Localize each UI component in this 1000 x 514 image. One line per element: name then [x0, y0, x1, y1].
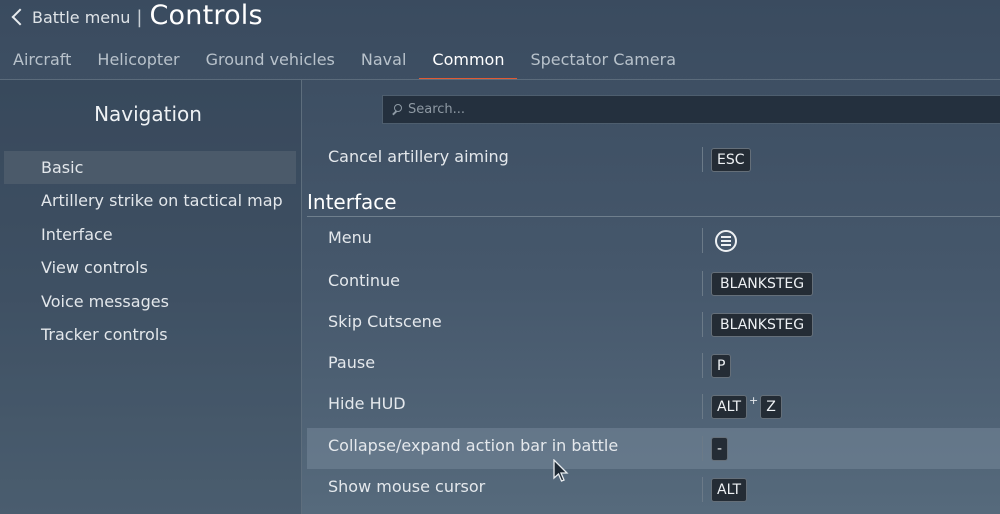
back-label: Battle menu — [32, 7, 131, 27]
tab-ground-vehicles[interactable]: Ground vehicles — [193, 44, 348, 80]
menu-circle-icon — [715, 229, 737, 252]
control-row-pause[interactable]: Pause P — [307, 345, 1000, 386]
key-binding[interactable]: P — [711, 345, 732, 386]
nav-item-interface[interactable]: Interface — [4, 218, 296, 251]
key-binding[interactable]: - — [711, 428, 729, 469]
control-label: Pause — [328, 353, 376, 372]
section-divider — [307, 216, 1000, 217]
control-row-menu[interactable]: Menu — [307, 220, 1000, 261]
nav-item-voice-messages[interactable]: Voice messages — [4, 285, 296, 318]
control-row-hide-hud[interactable]: Hide HUD ALT + Z — [307, 386, 1000, 427]
back-button[interactable]: Battle menu | Controls — [8, 0, 263, 31]
navigation-list: Basic Artillery strike on tactical map I… — [4, 151, 296, 351]
nav-item-tracker-controls[interactable]: Tracker controls — [4, 318, 296, 351]
key-binding[interactable]: BLANKSTEG — [711, 304, 814, 345]
control-label: Hide HUD — [328, 394, 406, 413]
key-binding[interactable]: BLANKSTEG — [711, 263, 814, 304]
column-divider — [702, 312, 703, 337]
page-title: Controls — [149, 0, 263, 31]
key-binding[interactable] — [715, 220, 737, 261]
key-binding[interactable]: ESC — [711, 139, 751, 180]
search-input[interactable] — [406, 101, 970, 118]
key-cap: ALT — [711, 477, 748, 502]
search-icon — [390, 103, 404, 117]
key-binding[interactable]: ALT — [711, 469, 748, 510]
control-label: Continue — [328, 271, 400, 290]
navigation-panel: Navigation Basic Artillery strike on tac… — [0, 80, 302, 514]
column-divider — [702, 228, 703, 253]
key-cap: BLANKSTEG — [711, 271, 814, 296]
tab-spectator-camera[interactable]: Spectator Camera — [517, 44, 689, 80]
navigation-title: Navigation — [94, 102, 202, 126]
control-label: Show mouse cursor — [328, 477, 486, 496]
key-cap: - — [711, 436, 729, 461]
tab-helicopter[interactable]: Helicopter — [84, 44, 192, 80]
key-binding[interactable]: ALT + Z — [711, 386, 782, 427]
tab-bar: Aircraft Helicopter Ground vehicles Nava… — [0, 44, 1000, 80]
chevron-left-icon — [11, 8, 29, 26]
control-label: Skip Cutscene — [328, 312, 442, 331]
nav-item-artillery-strike[interactable]: Artillery strike on tactical map — [4, 184, 296, 217]
mouse-pointer-icon — [553, 459, 569, 482]
tab-naval[interactable]: Naval — [348, 44, 420, 80]
key-cap: BLANKSTEG — [711, 312, 814, 337]
control-row-show-mouse-cursor[interactable]: Show mouse cursor ALT — [307, 469, 1000, 510]
top-bar: Battle menu | Controls — [0, 0, 1000, 36]
control-label: Menu — [328, 228, 372, 247]
title-separator: | — [136, 6, 143, 28]
control-row-continue[interactable]: Continue BLANKSTEG — [307, 263, 1000, 304]
control-row-cancel-artillery[interactable]: Cancel artillery aiming ESC — [307, 139, 1000, 180]
control-label: Collapse/expand action bar in battle — [328, 436, 619, 455]
column-divider — [702, 394, 703, 419]
key-cap: Z — [760, 394, 782, 419]
column-divider — [702, 436, 703, 461]
tab-common[interactable]: Common — [419, 44, 518, 80]
column-divider — [702, 271, 703, 296]
control-row-collapse-action-bar[interactable]: Collapse/expand action bar in battle - — [307, 428, 1000, 469]
key-cap: P — [711, 353, 732, 378]
control-row-skip-cutscene[interactable]: Skip Cutscene BLANKSTEG — [307, 304, 1000, 345]
key-combo-plus: + — [749, 394, 759, 407]
column-divider — [702, 147, 703, 172]
column-divider — [702, 353, 703, 378]
key-cap: ESC — [711, 147, 751, 172]
nav-item-basic[interactable]: Basic — [4, 151, 296, 185]
key-cap: ALT — [711, 394, 748, 419]
nav-item-view-controls[interactable]: View controls — [4, 251, 296, 284]
column-divider — [702, 477, 703, 502]
section-title-interface: Interface — [307, 190, 397, 214]
tab-aircraft[interactable]: Aircraft — [0, 44, 84, 80]
search-box — [382, 95, 1000, 124]
control-label: Cancel artillery aiming — [328, 147, 509, 166]
